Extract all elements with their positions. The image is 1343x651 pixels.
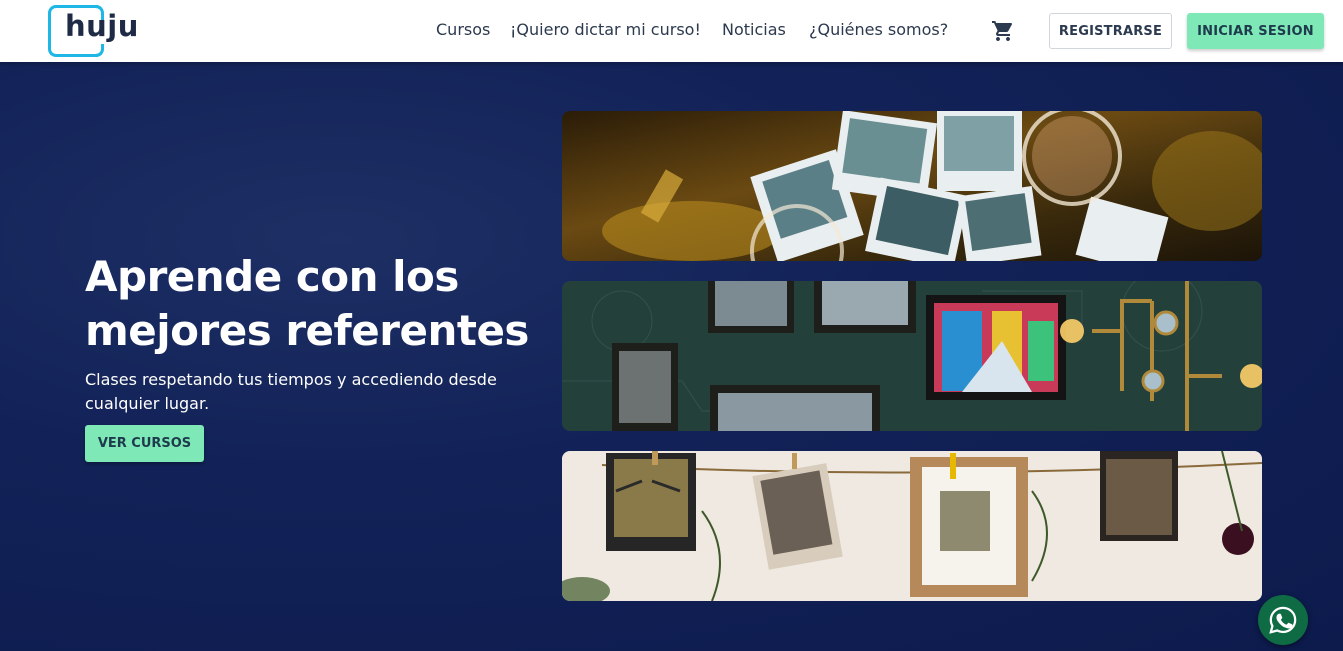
architecture-banner[interactable] [562, 281, 1262, 431]
huju-logo[interactable]: huju [48, 5, 138, 57]
view-courses-button[interactable]: VER CURSOS [85, 425, 204, 462]
art-banner[interactable] [562, 451, 1262, 601]
top-navbar: huju Cursos ¡Quiero dictar mi curso! Not… [0, 0, 1343, 62]
shopping-cart-icon[interactable] [991, 19, 1015, 43]
nav-link-teach[interactable]: ¡Quiero dictar mi curso! [510, 20, 701, 42]
hero-subtitle: Clases respetando tus tiempos y accedien… [85, 370, 497, 413]
whatsapp-icon[interactable] [1258, 595, 1308, 645]
nav-link-about[interactable]: ¿Quiénes somos? [809, 20, 948, 42]
nav-link-courses[interactable]: Cursos [436, 20, 490, 42]
photography-banner[interactable] [562, 111, 1262, 261]
nav-link-news[interactable]: Noticias [722, 20, 786, 42]
hero-title: Aprende con los mejores referentes [85, 252, 529, 355]
logo-text: huju [65, 9, 139, 43]
register-button[interactable]: REGISTRARSE [1049, 13, 1172, 49]
login-button[interactable]: INICIAR SESION [1187, 13, 1324, 49]
